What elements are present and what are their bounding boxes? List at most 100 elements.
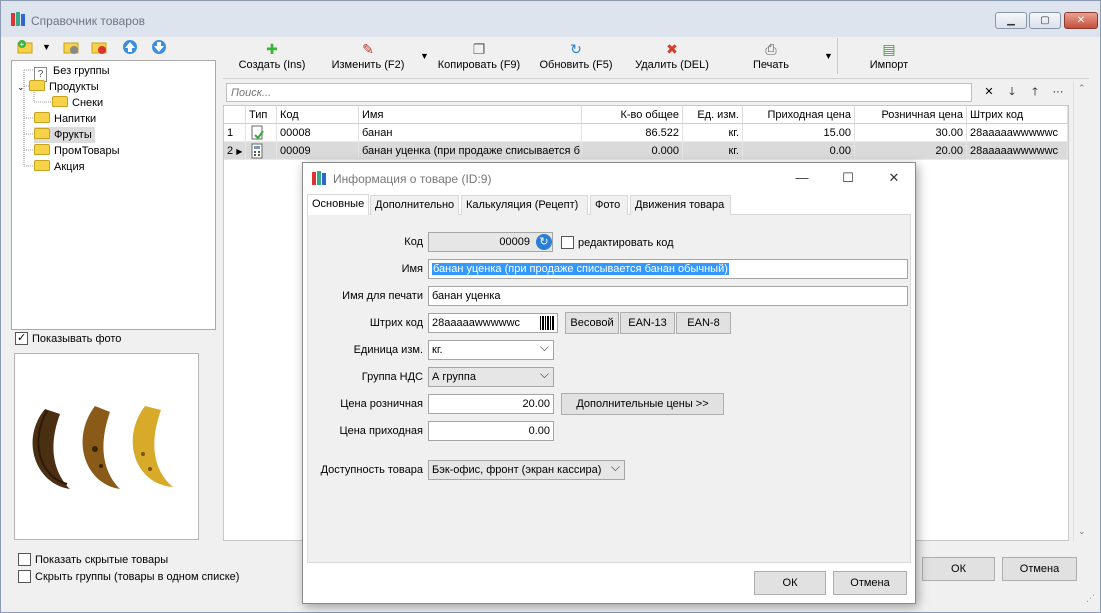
- barcode-icon[interactable]: [540, 316, 555, 333]
- dialog-title-bar: Информация о товаре (ID:9) — ☐ ✕: [303, 163, 915, 193]
- dropdown-arrow-icon[interactable]: ▼: [42, 39, 58, 55]
- tree-item-fruits[interactable]: Фрукты: [34, 127, 95, 143]
- checkbox-icon[interactable]: [18, 553, 31, 566]
- search-input[interactable]: [226, 83, 972, 102]
- create-button[interactable]: ✚ Создать (Ins): [233, 38, 311, 76]
- clear-search-icon[interactable]: ✕: [979, 84, 999, 101]
- import-button[interactable]: ▤ Импорт: [863, 38, 915, 76]
- folder-icon: [52, 96, 68, 107]
- checkbox-icon[interactable]: [18, 570, 31, 583]
- tab-photo[interactable]: Фото: [590, 195, 628, 215]
- group-tree: ? Без группы ⌄ Продукты Снеки Напитки Фрук…: [11, 60, 216, 330]
- search-more-icon[interactable]: ···: [1048, 84, 1068, 101]
- books-app-icon: [10, 11, 26, 27]
- dialog-maximize-button[interactable]: ☐: [834, 168, 862, 188]
- current-row-arrow-icon: ▶: [236, 147, 243, 156]
- group-settings-icon[interactable]: [63, 39, 79, 55]
- column-header-unit[interactable]: Ед. изм.: [683, 106, 743, 124]
- column-header-barcode[interactable]: Штрих код: [967, 106, 1068, 124]
- edit-code-checkbox[interactable]: редактировать код: [561, 236, 674, 249]
- print-dropdown-icon[interactable]: ▼: [824, 51, 833, 61]
- tab-calculation[interactable]: Калькуляция (Рецепт): [461, 195, 588, 215]
- refresh-button[interactable]: ↻ Обновить (F5): [536, 38, 616, 76]
- product-photo: [14, 353, 199, 540]
- tab-movements[interactable]: Движения товара: [630, 195, 731, 215]
- code-field[interactable]: 00009: [428, 232, 553, 252]
- barcode-field[interactable]: 28aaaaawwwwwc: [428, 313, 558, 333]
- pencil-icon: ✎: [362, 41, 374, 57]
- column-header-name[interactable]: Имя: [359, 106, 582, 124]
- column-header-type[interactable]: Тип: [246, 106, 277, 124]
- vertical-scrollbar[interactable]: ⌃ ⌄: [1073, 81, 1090, 541]
- column-header-in-price[interactable]: Приходная цена: [743, 106, 855, 124]
- checkbox-icon[interactable]: [561, 236, 574, 249]
- main-ok-button[interactable]: ОК: [922, 557, 995, 581]
- in-price-field[interactable]: 0.00: [428, 421, 554, 441]
- show-hidden-label: Показать скрытые товары: [35, 554, 169, 566]
- cell-unit: кг.: [683, 124, 743, 142]
- row-number: 2 ▶: [224, 142, 246, 160]
- folder-icon: [34, 112, 50, 123]
- maximize-button[interactable]: ▢: [1029, 12, 1061, 29]
- ean8-button[interactable]: EAN-8: [676, 312, 731, 334]
- tab-additional[interactable]: Дополнительно: [370, 195, 459, 215]
- hide-groups-checkbox[interactable]: Скрыть группы (товары в одном списке): [18, 570, 239, 583]
- in-price-label: Цена приходная: [339, 425, 423, 437]
- show-photo-checkbox[interactable]: Показывать фото: [15, 331, 121, 345]
- scroll-down-icon[interactable]: ⌄: [1078, 526, 1086, 537]
- dialog-minimize-button[interactable]: —: [788, 168, 816, 188]
- dialog-body: Код 00009 ↻ редактировать код Имя банан …: [307, 215, 911, 563]
- cell-in-price: 0.00: [743, 142, 855, 160]
- refresh-code-icon[interactable]: ↻: [536, 234, 552, 250]
- minimize-button[interactable]: ▁: [995, 12, 1027, 29]
- resize-grip-icon[interactable]: ⋰: [1086, 593, 1095, 604]
- tree-item-promgoods[interactable]: ПромТовары: [34, 143, 120, 159]
- scroll-up-icon[interactable]: ⌃: [1078, 83, 1086, 94]
- move-up-icon[interactable]: [122, 39, 138, 55]
- main-cancel-button[interactable]: Отмена: [1002, 557, 1077, 581]
- print-label: Печать: [752, 59, 790, 71]
- extra-prices-button[interactable]: Дополнительные цены >>: [561, 393, 724, 415]
- delete-label: Удалить (DEL): [635, 59, 709, 71]
- edit-button[interactable]: ✎ Изменить (F2): [329, 38, 407, 76]
- tree-item-promo[interactable]: Акция: [34, 159, 85, 175]
- move-down-icon[interactable]: [151, 39, 167, 55]
- column-header-qty[interactable]: К-во общее: [582, 106, 683, 124]
- checkbox-icon[interactable]: [15, 331, 28, 345]
- tree-item-no-group[interactable]: ? Без группы: [34, 63, 110, 82]
- chevron-down-icon[interactable]: ⌄: [17, 79, 29, 95]
- show-hidden-checkbox[interactable]: Показать скрытые товары: [18, 553, 168, 566]
- weighted-barcode-button[interactable]: Весовой: [565, 312, 619, 334]
- vat-group-select[interactable]: А группа: [428, 367, 554, 387]
- cell-code: 00008: [277, 124, 359, 142]
- cell-qty: 86.522: [582, 124, 683, 142]
- tree-item-products[interactable]: ⌄ Продукты: [17, 79, 99, 95]
- column-header-code[interactable]: Код: [277, 106, 359, 124]
- print-button[interactable]: ⎙ Печать: [743, 38, 799, 76]
- close-button[interactable]: ✕: [1064, 12, 1098, 29]
- cell-barcode: 28aaaaawwwwwc: [967, 124, 1068, 142]
- tree-item-snacks[interactable]: Снеки: [52, 95, 103, 111]
- column-header-retail-price[interactable]: Розничная цена: [855, 106, 967, 124]
- availability-select[interactable]: Бэк-офис, фронт (экран кассира): [428, 460, 625, 480]
- dialog-cancel-button[interactable]: Отмена: [833, 571, 907, 595]
- tree-item-drinks[interactable]: Напитки: [34, 111, 96, 127]
- edit-dropdown-icon[interactable]: ▼: [420, 51, 429, 61]
- unit-select[interactable]: кг.: [428, 340, 554, 360]
- delete-button[interactable]: ✖ Удалить (DEL): [633, 38, 711, 76]
- delete-group-icon[interactable]: [91, 39, 107, 55]
- add-group-icon[interactable]: +: [17, 39, 33, 55]
- main-title-bar: Справочник товаров ▁ ▢ ✕: [1, 1, 1100, 37]
- tab-main[interactable]: Основные: [307, 194, 369, 216]
- dialog-ok-button[interactable]: ОК: [754, 571, 826, 595]
- name-field[interactable]: банан уценка (при продаже списывается ба…: [428, 259, 908, 279]
- ean13-button[interactable]: EAN-13: [620, 312, 675, 334]
- search-prev-icon[interactable]: 🡑: [1025, 84, 1045, 101]
- copy-button[interactable]: ❐ Копировать (F9): [435, 38, 523, 76]
- dialog-close-button[interactable]: ✕: [880, 168, 908, 188]
- retail-price-field[interactable]: 20.00: [428, 394, 554, 414]
- print-name-field[interactable]: банан уценка: [428, 286, 908, 306]
- unit-label: Единица изм.: [353, 344, 423, 356]
- search-next-icon[interactable]: 🡓: [1002, 84, 1022, 101]
- cell-unit: кг.: [683, 142, 743, 160]
